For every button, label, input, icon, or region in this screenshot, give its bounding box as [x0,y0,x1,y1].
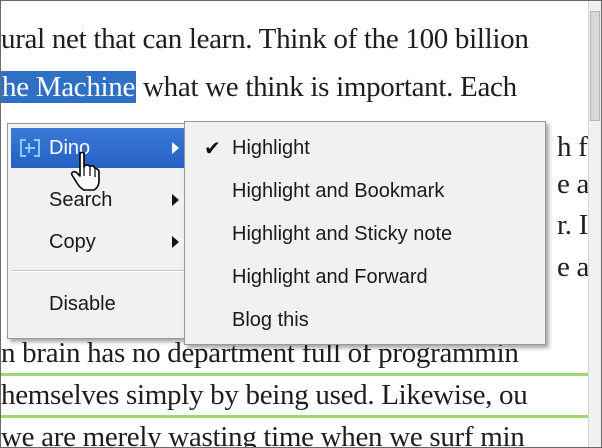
dino-submenu: ✔ Highlight Highlight and Bookmark Highl… [184,121,546,345]
submenu-item-highlight-bookmark-label: Highlight and Bookmark [232,179,445,202]
menu-item-disable[interactable]: Disable [11,284,191,324]
doc-line-1: ural net that can learn. Think of the 10… [1,23,529,55]
dino-icon [20,139,40,157]
doc-line-6-fragment: e a [557,251,590,283]
submenu-item-highlight[interactable]: ✔ Highlight [188,128,542,168]
submenu-item-highlight-bookmark[interactable]: Highlight and Bookmark [188,171,542,211]
submenu-item-highlight-sticky-note-label: Highlight and Sticky note [232,222,453,245]
highlight-rule-1 [1,373,601,376]
doc-line-2: he Machine what we think is important. E… [1,71,517,104]
vertical-scrollbar[interactable] [588,1,601,447]
menu-item-dino[interactable]: Dino [11,128,191,168]
scrollbar-thumb[interactable] [590,11,600,121]
submenu-item-blog-this[interactable]: Blog this [188,300,542,340]
submenu-arrow-icon [172,236,179,248]
submenu-arrow-icon [172,194,179,206]
submenu-item-blog-this-label: Blog this [232,308,309,331]
menu-separator [12,270,190,272]
doc-line-9: we are merely wasting time when we surf … [1,421,525,448]
doc-line-8: hemselves simply by being used. Likewise… [1,379,528,411]
menu-item-search[interactable]: Search [11,180,191,220]
submenu-item-highlight-forward[interactable]: Highlight and Forward [188,257,542,297]
browser-viewport: ural net that can learn. Think of the 10… [0,0,602,448]
menu-item-copy[interactable]: Copy [11,222,191,262]
submenu-arrow-icon [172,142,179,154]
menu-item-copy-label: Copy [49,230,96,253]
hand-cursor-icon [70,151,100,191]
submenu-item-highlight-sticky-note[interactable]: Highlight and Sticky note [188,214,542,254]
submenu-item-highlight-label: Highlight [232,136,310,159]
submenu-item-highlight-forward-label: Highlight and Forward [232,265,428,288]
selected-text[interactable]: he Machine [1,71,137,103]
menu-item-search-label: Search [49,188,113,211]
checkmark-icon: ✔ [204,138,221,160]
context-menu: Dino Search Copy Disable [7,123,195,339]
highlight-rule-2 [1,415,601,418]
doc-line-2-rest: what we think is important. Each [136,71,517,103]
menu-item-disable-label: Disable [49,292,116,315]
